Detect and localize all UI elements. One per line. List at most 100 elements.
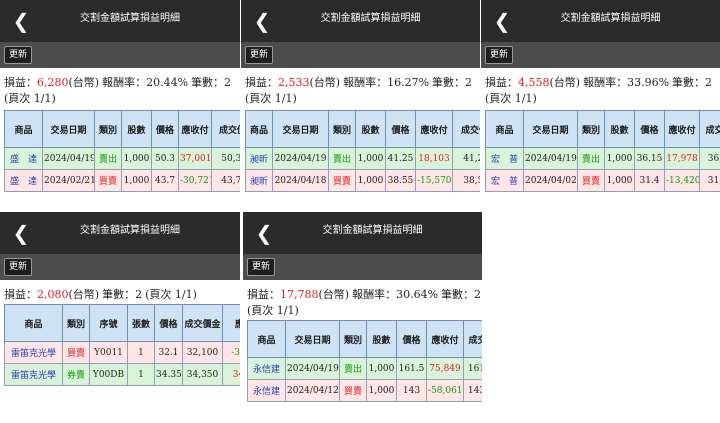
count-value: 2 [224,76,232,89]
table-row[interactable]: 永信建 2024/04/12 買賣 1,000 143 -58,061 143,… [247,379,482,402]
toolbar: 更新 [241,42,480,68]
rate-value: 30.64% [396,288,439,301]
column-header[interactable]: 商品 [4,304,63,342]
column-header[interactable]: 股數 [121,110,152,148]
table-row[interactable]: 雷笛克光學 買賣 Y0011 1 32.1 32,100 -32,100 [4,341,240,364]
trade-total: 36,150 [699,147,720,170]
result-panel-5: ❮ 交割金額試算損益明細 更新 損益：17,788(台幣) 報酬率：30.64% 筆… [243,212,482,423]
column-header[interactable]: 價格 [151,110,179,148]
column-header[interactable]: 應收付 [664,110,700,148]
column-header[interactable]: 價格 [396,320,427,358]
refresh-button[interactable]: 更新 [247,258,276,276]
back-icon[interactable]: ❮ [10,4,32,38]
column-header[interactable]: 商品 [245,110,273,148]
column-header[interactable]: 股數 [366,320,397,358]
stock-name-link[interactable]: 雷笛克光學 [4,363,63,386]
back-icon[interactable]: ❮ [251,4,273,38]
table-row[interactable]: 盛 達 2024/04/19 賣出 1,000 50.3 37,001 50,3… [4,147,240,170]
column-header[interactable]: 序號 [89,304,128,342]
app-header: ❮ 交割金額試算損益明細 [0,212,240,254]
count-label: 筆數： [102,288,136,301]
column-header[interactable]: 成交價金 [182,304,223,342]
column-header[interactable]: 價格 [385,110,416,148]
column-header[interactable]: 交易日期 [42,110,95,148]
column-header[interactable]: 類別 [339,320,367,358]
trade-type: 賣出 [339,357,367,380]
column-header[interactable]: 商品 [485,110,524,148]
refresh-button[interactable]: 更新 [485,46,514,64]
trade-type: 賣出 [577,147,605,170]
rate-label: 報酬率： [102,76,147,89]
amount-payable: -32,100 [222,341,240,364]
column-header[interactable]: 張數 [127,304,155,342]
count-value: 2 [465,76,473,89]
stock-name-link[interactable]: 盛 達 [4,147,43,170]
column-header[interactable]: 類別 [577,110,605,148]
stock-name-link[interactable]: 永信建 [247,379,286,402]
toolbar: 更新 [0,254,240,280]
trade-price: 36.15 [634,147,665,170]
share-qty: 1,000 [355,147,386,170]
column-header[interactable]: 成交價金 [699,110,720,148]
table-row[interactable]: 宏 普 2024/04/19 賣出 1,000 36.15 17,978 36,… [485,147,720,170]
column-header[interactable]: 應收付 [426,320,464,358]
back-icon[interactable]: ❮ [10,216,32,250]
refresh-button[interactable]: 更新 [4,258,33,276]
pl-label: 損益： [4,288,37,301]
amount-payable: 17,978 [664,147,700,170]
trade-type: 賣出 [328,147,356,170]
column-header[interactable]: 商品 [247,320,286,358]
column-header[interactable]: 交易日期 [285,320,340,358]
column-header[interactable]: 價格 [154,304,183,342]
stock-name-link[interactable]: 昶昕 [245,169,273,192]
rate-label: 報酬率： [352,288,397,301]
column-header[interactable]: 價格 [634,110,665,148]
column-header[interactable]: 應收付 [222,304,240,342]
table-row[interactable]: 永信建 2024/04/19 賣出 1,000 161.5 75,849 161… [247,357,482,380]
stock-name-link[interactable]: 宏 普 [485,147,524,170]
stock-name-link[interactable]: 昶昕 [245,147,273,170]
column-header[interactable]: 類別 [94,110,122,148]
table-row[interactable]: 宏 普 2024/04/02 買賣 1,000 31.4 -13,420 31,… [485,169,720,192]
column-header[interactable]: 應收付 [178,110,212,148]
transactions-table: 商品 交易日期 類別 股數 價格 應收付 成交價金 永信建 2024/04/19… [247,320,482,402]
rate-value: 20.44% [146,76,189,89]
stock-name-link[interactable]: 雷笛克光學 [4,341,63,364]
table-row[interactable]: 昶昕 2024/04/18 買賣 1,000 38.55 -15,570 38,… [245,169,480,192]
result-panel-2: ❮ 交割金額試算損益明細 更新 損益：2,533(台幣) 報酬率：16.27% 筆數… [241,0,480,205]
pl-value: 2,533 [278,76,310,89]
column-header[interactable]: 成交價金 [452,110,480,148]
stock-name-link[interactable]: 永信建 [247,357,286,380]
column-header[interactable]: 交易日期 [272,110,329,148]
column-header[interactable]: 類別 [328,110,356,148]
column-header[interactable]: 股數 [604,110,635,148]
column-header[interactable]: 應收付 [415,110,453,148]
trade-date: 2024/04/19 [272,147,329,170]
trade-price: 31.4 [634,169,665,192]
trade-total: 161,500 [463,357,482,380]
count-label: 筆數： [191,76,225,89]
refresh-button[interactable]: 更新 [4,46,33,64]
stock-name-link[interactable]: 盛 達 [4,169,43,192]
back-icon[interactable]: ❮ [253,216,275,250]
count-label: 筆數： [672,76,706,89]
refresh-button[interactable]: 更新 [245,46,274,64]
column-header[interactable]: 商品 [4,110,43,148]
column-header[interactable]: 類別 [62,304,90,342]
back-icon[interactable]: ❮ [491,4,513,38]
stock-name-link[interactable]: 宏 普 [485,169,524,192]
trade-price: 50.3 [151,147,179,170]
count-label: 筆數： [441,288,475,301]
currency-label: (台幣) [68,76,100,89]
table-row[interactable]: 雷笛克光學 券賣 Y00DB 1 34.35 34,350 34,180 [4,363,240,386]
count-value: 2 [705,76,713,89]
table-row[interactable]: 昶昕 2024/04/19 賣出 1,000 41.25 18,103 41,2… [245,147,480,170]
pl-value: 6,280 [37,76,69,89]
column-header[interactable]: 成交價金 [463,320,482,358]
column-header[interactable]: 成交價金 [211,110,240,148]
column-header[interactable]: 股數 [355,110,386,148]
page-title: 交割金額試算損益明細 [560,13,661,24]
table-row[interactable]: 盛 達 2024/02/21 買賣 1,000 43.7 -30,721 43,… [4,169,240,192]
page-info: (頁次 1/1) [145,288,197,301]
column-header[interactable]: 交易日期 [523,110,578,148]
